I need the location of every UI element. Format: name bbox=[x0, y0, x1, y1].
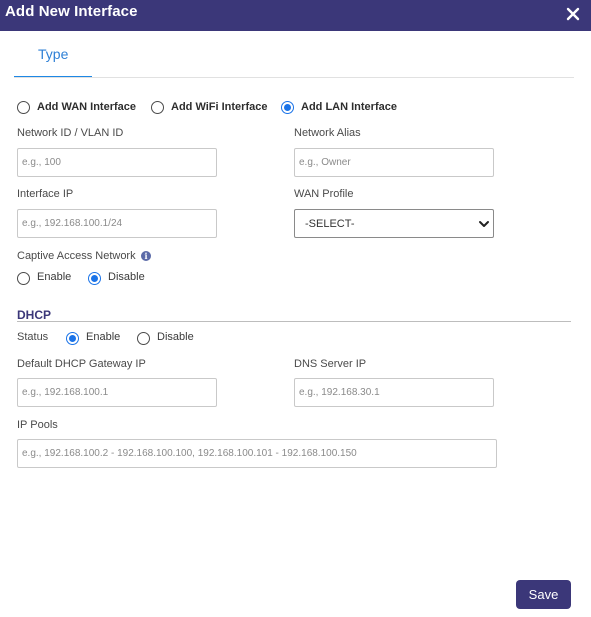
radio-captive-disable-label: Disable bbox=[108, 271, 145, 283]
radio-dhcp-enable-label: Enable bbox=[86, 331, 121, 343]
wan-profile-select[interactable]: -SELECT- bbox=[294, 209, 494, 238]
wan-profile-selected-value: -SELECT- bbox=[305, 218, 355, 230]
radio-add-wifi-interface[interactable] bbox=[151, 101, 164, 114]
info-icon[interactable]: i bbox=[141, 251, 151, 261]
radio-add-wan-interface-label: Add WAN Interface bbox=[37, 101, 137, 113]
ip-pools-label: IP Pools bbox=[17, 419, 58, 431]
network-id-label: Network ID / VLAN ID bbox=[17, 127, 124, 139]
save-button[interactable]: Save bbox=[516, 580, 571, 609]
dialog-title: Add New Interface bbox=[5, 3, 138, 20]
dns-server-label: DNS Server IP bbox=[294, 358, 367, 370]
radio-dhcp-disable[interactable] bbox=[137, 332, 150, 345]
network-id-input[interactable] bbox=[17, 148, 217, 177]
network-alias-input[interactable] bbox=[294, 148, 494, 177]
radio-captive-enable-label: Enable bbox=[37, 271, 72, 283]
interface-ip-input[interactable] bbox=[17, 209, 217, 238]
dhcp-status-label: Status bbox=[17, 331, 49, 343]
interface-ip-label: Interface IP bbox=[17, 188, 74, 200]
captive-access-label: Captive Access Network bbox=[17, 250, 136, 262]
network-alias-label: Network Alias bbox=[294, 127, 361, 139]
dhcp-gateway-label: Default DHCP Gateway IP bbox=[17, 358, 146, 370]
radio-add-wifi-interface-label: Add WiFi Interface bbox=[171, 101, 268, 113]
radio-add-lan-interface-label: Add LAN Interface bbox=[301, 101, 397, 113]
chevron-down-icon bbox=[479, 221, 489, 227]
radio-captive-disable[interactable] bbox=[88, 272, 101, 285]
tab-divider bbox=[14, 77, 574, 78]
dialog-header: Add New Interface bbox=[0, 0, 591, 31]
tab-type[interactable]: Type bbox=[14, 31, 92, 78]
ip-pools-input[interactable] bbox=[17, 439, 497, 468]
dhcp-divider bbox=[17, 321, 571, 322]
radio-dhcp-enable[interactable] bbox=[66, 332, 79, 345]
radio-captive-enable[interactable] bbox=[17, 272, 30, 285]
radio-add-wan-interface[interactable] bbox=[17, 101, 30, 114]
dns-server-input[interactable] bbox=[294, 378, 494, 407]
dhcp-gateway-input[interactable] bbox=[17, 378, 217, 407]
wan-profile-label: WAN Profile bbox=[294, 188, 354, 200]
dhcp-section-title: DHCP bbox=[17, 308, 52, 322]
radio-add-lan-interface[interactable] bbox=[281, 101, 294, 114]
radio-dhcp-disable-label: Disable bbox=[157, 331, 194, 343]
close-icon[interactable] bbox=[563, 3, 583, 25]
tab-type-label: Type bbox=[38, 46, 69, 62]
